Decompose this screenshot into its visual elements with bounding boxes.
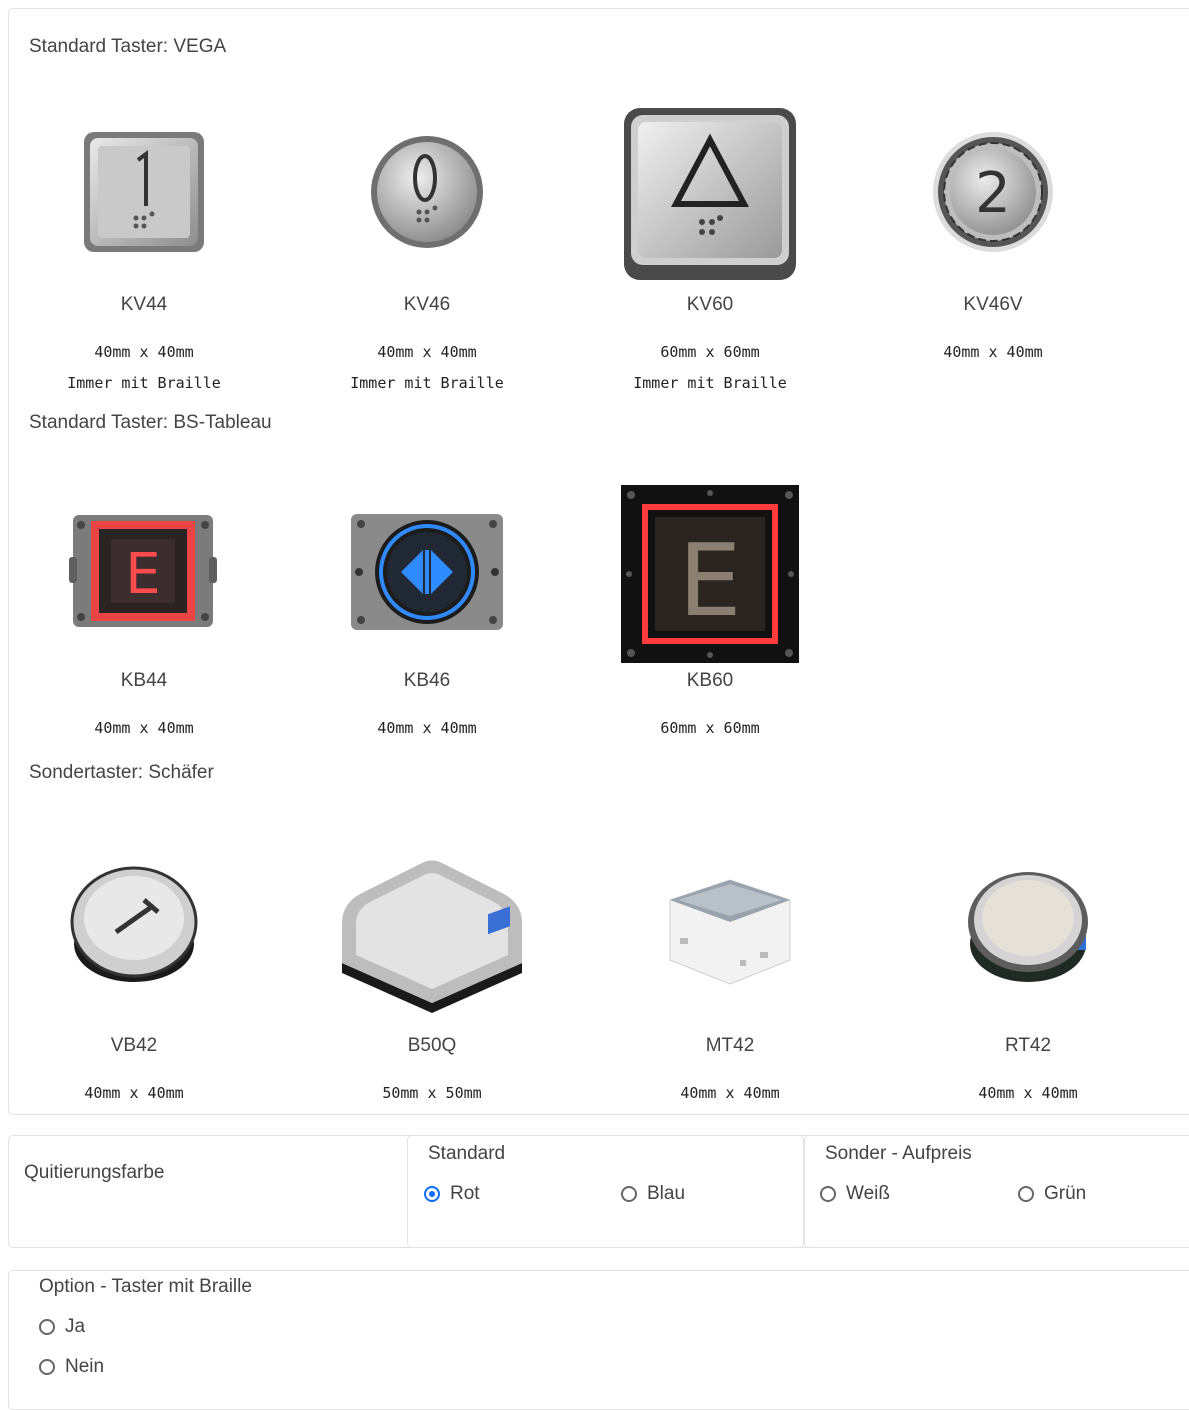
product-dimensions: 40mm x 40mm	[680, 1084, 780, 1102]
radio-label: Ja	[65, 1316, 86, 1337]
product-name: KV46V	[963, 294, 1023, 315]
product-braille-note: Immer mit Braille	[350, 374, 504, 392]
product-name: KB44	[120, 670, 168, 691]
round-flat-button-icon	[903, 855, 1153, 995]
section-title-schaefer: Sondertaster: Schäfer	[29, 762, 214, 783]
standard-color-group: Standard Rot Blau	[407, 1135, 804, 1248]
cube-button-icon	[605, 855, 855, 995]
braille-option-panel: Option - Taster mit Braille Ja Nein	[8, 1270, 1189, 1410]
radio-unchecked-icon[interactable]	[621, 1186, 637, 1202]
tableau-button-e-large-icon: E	[585, 481, 835, 666]
tableau-button-e-red-icon: E	[19, 499, 269, 644]
round-button-1-black-ring-icon	[9, 847, 259, 997]
square-button-1-braille-icon	[19, 127, 269, 257]
radio-nein[interactable]: Nein	[39, 1356, 104, 1378]
product-dimensions: 40mm x 40mm	[94, 343, 194, 361]
square-button-triangle-braille-icon	[585, 106, 835, 281]
round-button-0-braille-icon	[302, 127, 552, 257]
product-dimensions: 40mm x 40mm	[377, 719, 477, 737]
svg-text:2: 2	[975, 161, 1011, 226]
section-title-bs-tableau: Standard Taster: BS-Tableau	[29, 412, 272, 433]
radio-label: Grün	[1044, 1183, 1087, 1204]
radio-ja[interactable]: Ja	[39, 1316, 85, 1338]
radio-weiss[interactable]: Weiß	[820, 1183, 890, 1205]
products-panel: Standard Taster: VEGA KV44 40mm x 40mm I…	[8, 8, 1189, 1115]
square-flat-button-icon	[307, 843, 557, 1023]
product-braille-note: Immer mit Braille	[67, 374, 221, 392]
radio-label: Nein	[65, 1356, 105, 1377]
product-name: KV60	[686, 294, 734, 315]
product-name: KV44	[120, 294, 168, 315]
section-title-vega: Standard Taster: VEGA	[29, 36, 227, 57]
radio-unchecked-icon[interactable]	[1018, 1186, 1034, 1202]
svg-text:E: E	[125, 542, 160, 607]
product-dimensions: 50mm x 50mm	[382, 1084, 482, 1102]
product-name: MT42	[705, 1035, 755, 1056]
product-dimensions: 40mm x 40mm	[94, 719, 194, 737]
acknowledge-color-panel: Quitierungsfarbe Standard Rot Blau Sonde…	[8, 1135, 1189, 1248]
product-braille-note: Immer mit Braille	[633, 374, 787, 392]
product-dimensions: 60mm x 60mm	[660, 719, 760, 737]
radio-blau[interactable]: Blau	[621, 1183, 685, 1205]
product-name: VB42	[110, 1035, 158, 1056]
product-name: KV46	[403, 294, 451, 315]
product-dimensions: 40mm x 40mm	[978, 1084, 1078, 1102]
radio-unchecked-icon[interactable]	[39, 1319, 55, 1335]
tableau-button-door-blue-icon	[302, 499, 552, 644]
radio-unchecked-icon[interactable]	[39, 1359, 55, 1375]
acknowledge-color-label: Quitierungsfarbe	[24, 1162, 165, 1183]
round-button-2-icon: 2	[868, 127, 1118, 257]
radio-unchecked-icon[interactable]	[820, 1186, 836, 1202]
standard-group-title: Standard	[428, 1143, 506, 1164]
radio-rot[interactable]: Rot	[424, 1183, 480, 1205]
radio-label: Blau	[647, 1183, 686, 1204]
product-name: KB46	[403, 670, 451, 691]
product-dimensions: 40mm x 40mm	[377, 343, 477, 361]
product-name: KB60	[686, 670, 734, 691]
radio-checked-icon[interactable]	[424, 1186, 440, 1202]
special-color-group: Sonder - Aufpreis Weiß Grün	[804, 1135, 1189, 1248]
product-name: B50Q	[407, 1035, 457, 1056]
svg-text:E: E	[678, 522, 741, 639]
product-dimensions: 40mm x 40mm	[84, 1084, 184, 1102]
radio-gruen[interactable]: Grün	[1018, 1183, 1086, 1205]
special-group-title: Sonder - Aufpreis	[825, 1143, 972, 1164]
product-dimensions: 60mm x 60mm	[660, 343, 760, 361]
braille-option-title: Option - Taster mit Braille	[39, 1276, 252, 1297]
radio-label: Weiß	[846, 1183, 890, 1204]
product-dimensions: 40mm x 40mm	[943, 343, 1043, 361]
radio-label: Rot	[450, 1183, 480, 1204]
product-name: RT42	[1004, 1035, 1052, 1056]
